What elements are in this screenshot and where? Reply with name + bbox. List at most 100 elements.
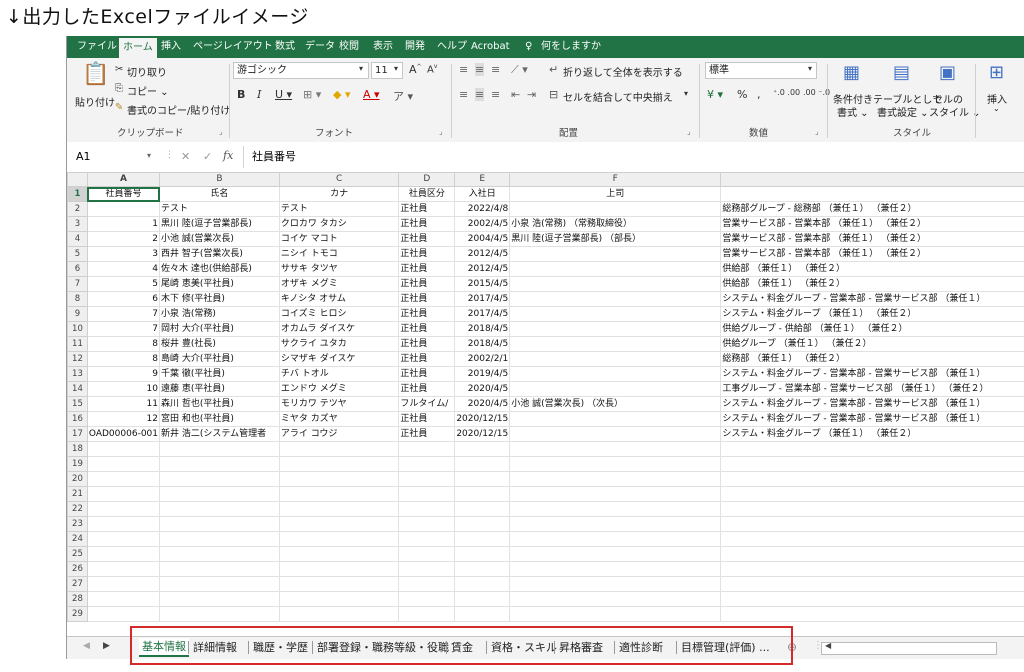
cell[interactable] <box>159 471 280 487</box>
grow-font-icon[interactable]: A^ <box>409 63 422 76</box>
cell[interactable] <box>720 441 1024 457</box>
cell[interactable]: オザキ メグミ <box>278 276 400 292</box>
cell[interactable]: 正社員 <box>398 261 456 277</box>
cell-styles-button-2[interactable]: スタイル ⌄ <box>929 104 981 119</box>
cell[interactable] <box>159 486 280 502</box>
cell[interactable] <box>278 501 400 517</box>
cell[interactable]: 2012/4/5 <box>454 261 511 277</box>
decrease-indent-icon[interactable]: ⇤ <box>511 88 520 101</box>
cell[interactable] <box>86 501 161 517</box>
cell[interactable]: 小池 誠(営業次長) （次長） <box>509 396 722 412</box>
cell[interactable]: チバ トオル <box>278 366 400 382</box>
row-header[interactable]: 17 <box>67 426 88 442</box>
cell[interactable] <box>509 201 722 217</box>
scroll-right-icon[interactable]: ▶ <box>103 641 110 651</box>
cell[interactable] <box>398 501 456 517</box>
cell[interactable] <box>454 606 511 622</box>
format-painter-button[interactable]: 書式のコピー/貼り付け <box>127 102 230 117</box>
row-header[interactable]: 19 <box>67 456 88 472</box>
cell[interactable] <box>720 576 1024 592</box>
cell[interactable] <box>398 456 456 472</box>
cell[interactable] <box>454 591 511 607</box>
cell[interactable]: 2018/4/5 <box>454 321 511 337</box>
font-color-icon[interactable]: A ▾ <box>363 88 380 101</box>
cell[interactable]: 島崎 大介(平社員) <box>159 351 280 367</box>
tell-me-search[interactable]: 何をしますか <box>541 36 601 58</box>
cell[interactable]: 黒川 陸(逗子営業部長) （部長） <box>509 231 722 247</box>
row-header[interactable]: 23 <box>67 516 88 532</box>
cell[interactable] <box>159 501 280 517</box>
cell[interactable] <box>454 471 511 487</box>
cell[interactable] <box>86 576 161 592</box>
paste-button[interactable]: 貼り付け <box>75 94 115 109</box>
cell[interactable]: 2019/4/5 <box>454 366 511 382</box>
copy-button[interactable]: コピー ⌄ <box>127 83 169 98</box>
row-header[interactable]: 8 <box>67 291 88 307</box>
paste-icon[interactable]: 📋 <box>82 62 109 87</box>
cell[interactable] <box>278 486 400 502</box>
cell[interactable] <box>278 561 400 577</box>
row-header[interactable]: 18 <box>67 441 88 457</box>
row-header[interactable]: 4 <box>67 231 88 247</box>
cell[interactable]: 佐々木 達也(供給部長) <box>159 261 280 277</box>
cell[interactable]: システム・料金グループ - 営業本部 - 営業サービス部 （兼任１） <box>720 396 1024 412</box>
italic-icon[interactable]: I <box>257 88 261 101</box>
cell[interactable]: シマザキ ダイスケ <box>278 351 400 367</box>
column-header[interactable]: E <box>454 172 511 187</box>
cell[interactable]: 正社員 <box>398 276 456 292</box>
row-header[interactable]: 21 <box>67 486 88 502</box>
header-cell[interactable]: 社員区分 <box>398 186 456 202</box>
cell[interactable] <box>454 441 511 457</box>
row-header[interactable]: 22 <box>67 501 88 517</box>
cell[interactable] <box>278 576 400 592</box>
cell[interactable]: ミヤタ カズヤ <box>278 411 400 427</box>
cell[interactable] <box>509 306 722 322</box>
row-header[interactable]: 2 <box>67 201 88 217</box>
cell[interactable]: 12 <box>86 411 161 427</box>
tab-page-layout[interactable]: ページレイアウト <box>193 36 273 58</box>
cancel-icon[interactable]: ✕ <box>181 150 190 163</box>
cell[interactable]: テスト <box>278 201 400 217</box>
cell[interactable]: 6 <box>86 291 161 307</box>
cell[interactable] <box>398 591 456 607</box>
cell[interactable]: システム・料金グループ - 営業本部 - 営業サービス部 （兼任１） <box>720 291 1024 307</box>
cell[interactable] <box>509 351 722 367</box>
shrink-font-icon[interactable]: Av <box>427 63 437 75</box>
cell[interactable]: エンドウ メグミ <box>278 381 400 397</box>
cell[interactable]: 桜井 豊(社長) <box>159 336 280 352</box>
row-header[interactable]: 14 <box>67 381 88 397</box>
border-icon[interactable]: ⊞ ▾ <box>303 88 321 101</box>
cell[interactable] <box>509 501 722 517</box>
cell[interactable] <box>720 186 1024 202</box>
cell[interactable]: 正社員 <box>398 291 456 307</box>
cell[interactable]: 営業サービス部 - 営業本部 （兼任１） （兼任２） <box>720 246 1024 262</box>
cell[interactable]: 正社員 <box>398 366 456 382</box>
cell[interactable] <box>454 456 511 472</box>
cell[interactable]: 1 <box>86 216 161 232</box>
insert-dropdown-icon[interactable]: ⌄ <box>993 104 1000 113</box>
cell[interactable]: 総務部 （兼任１） （兼任２） <box>720 351 1024 367</box>
cell[interactable]: 正社員 <box>398 321 456 337</box>
cell[interactable] <box>86 471 161 487</box>
align-center-icon[interactable]: ≡ <box>475 88 485 101</box>
row-header[interactable]: 10 <box>67 321 88 337</box>
cell[interactable] <box>509 381 722 397</box>
cell[interactable]: 正社員 <box>398 306 456 322</box>
cell[interactable] <box>509 291 722 307</box>
cell[interactable]: 2020/4/5 <box>454 381 511 397</box>
cell[interactable]: 西井 智子(営業次長) <box>159 246 280 262</box>
header-cell[interactable]: 上司 <box>509 186 722 202</box>
horizontal-scrollbar[interactable]: ◀ <box>821 641 997 655</box>
cell[interactable]: 正社員 <box>398 426 456 442</box>
tab-home[interactable]: ホーム <box>119 36 157 58</box>
percent-icon[interactable]: % <box>737 88 747 101</box>
cell[interactable] <box>509 516 722 532</box>
number-format-select[interactable]: 標準 <box>705 62 817 79</box>
font-name-select[interactable]: 游ゴシック <box>233 62 369 79</box>
row-header[interactable]: 11 <box>67 336 88 352</box>
cell[interactable]: 正社員 <box>398 411 456 427</box>
tab-data[interactable]: データ <box>305 36 335 58</box>
cell[interactable]: 木下 修(平社員) <box>159 291 280 307</box>
tab-help[interactable]: ヘルプ <box>437 36 467 58</box>
cell[interactable]: 宮田 和也(平社員) <box>159 411 280 427</box>
